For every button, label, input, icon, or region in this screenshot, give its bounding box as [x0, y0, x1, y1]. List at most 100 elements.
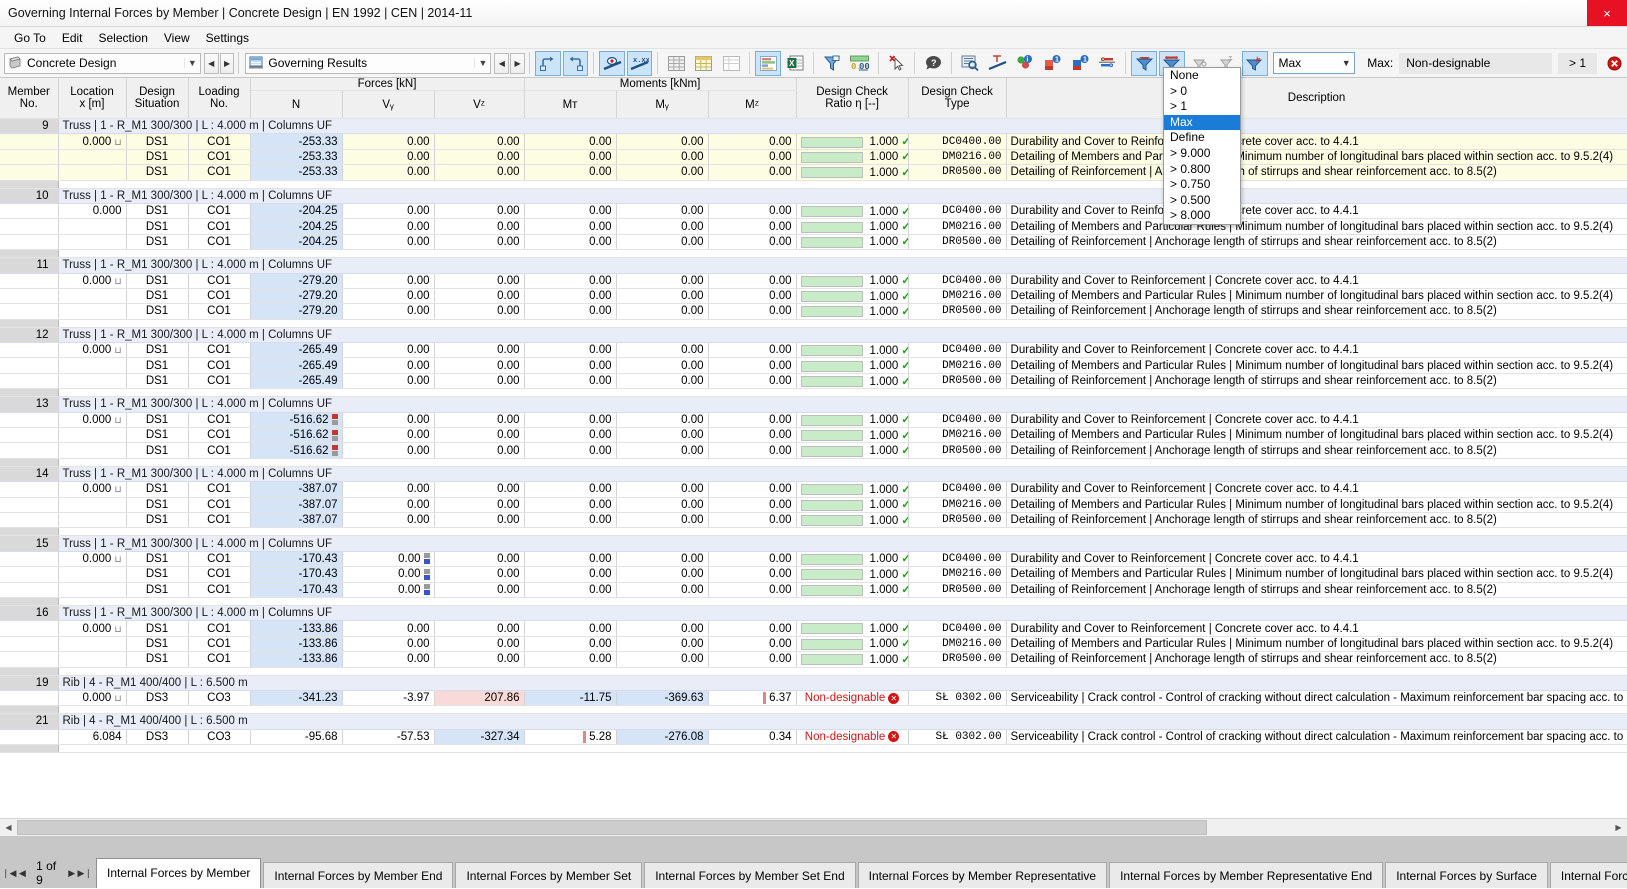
cell-description[interactable]: Detailing of Members and Particular Rule…	[1006, 497, 1627, 513]
tab-6[interactable]: Internal Forces by Surface	[1385, 862, 1548, 888]
cell-loading-no[interactable]: CO1	[188, 512, 251, 529]
cell-moment-mt[interactable]: 0.00	[524, 218, 617, 235]
cell-design-check-type[interactable]: DR0500.00	[908, 651, 1007, 668]
col-design-situation[interactable]: Design Situation	[126, 78, 189, 119]
cell-design-check-type[interactable]: DC0400.00	[908, 481, 1007, 498]
cell-moment-my[interactable]: 0.00	[616, 133, 709, 150]
cell-loading-no[interactable]: CO1	[188, 357, 251, 374]
cell-force-vy[interactable]: 0.00	[342, 357, 435, 374]
cell-force-vy[interactable]: 0.00	[342, 481, 435, 498]
cell-loading-no[interactable]: CO1	[188, 427, 251, 444]
cell-loading-no[interactable]: CO1	[188, 164, 251, 181]
cell-design-situation[interactable]: DS1	[126, 427, 189, 444]
cell-moment-my[interactable]: 0.00	[616, 288, 709, 305]
cell-moment-my[interactable]: 0.00	[616, 442, 709, 459]
cell-design-check-type[interactable]: DM0216.00	[908, 149, 1007, 166]
cell-design-check-type[interactable]: DC0400.00	[908, 551, 1007, 568]
cell-loading-no[interactable]: CO1	[188, 234, 251, 251]
cell-moment-mz[interactable]: 0.00	[708, 497, 797, 513]
cell-location[interactable]	[58, 149, 127, 166]
cell-force-vy[interactable]: 0.00	[342, 203, 435, 220]
cell-force-vy[interactable]: 0.00	[342, 566, 435, 583]
cell-moment-mz[interactable]: 0.00	[708, 234, 797, 251]
cell-force-vy[interactable]: 0.00	[342, 582, 435, 598]
cell-moment-mt[interactable]: 0.00	[524, 133, 617, 150]
table-row[interactable]: DS1CO1-204.250.000.000.000.000.001.000✓D…	[0, 234, 1627, 251]
clear-selection-button[interactable]	[884, 51, 910, 76]
cell-force-n[interactable]: -204.25	[250, 218, 343, 235]
cell-force-n[interactable]: -253.33	[250, 164, 343, 181]
cell-location[interactable]: 0.000 ⊔	[58, 481, 127, 498]
menu-selection[interactable]: Selection	[91, 29, 156, 47]
col-moment-mz[interactable]: Mᶻ	[708, 90, 797, 119]
cell-moment-mz[interactable]: 0.00	[708, 551, 797, 568]
cell-moment-mt[interactable]: 0.00	[524, 512, 617, 529]
cell-moment-my[interactable]: 0.00	[616, 427, 709, 444]
cell-description[interactable]: Detailing of Reinforcement | Anchorage l…	[1006, 303, 1627, 320]
cell-location[interactable]	[58, 234, 127, 251]
cell-force-n[interactable]: -204.25	[250, 234, 343, 251]
cell-design-check-ratio[interactable]: 1.000✓	[796, 288, 909, 305]
cell-moment-mt[interactable]: 0.00	[524, 442, 617, 459]
last-page-icon[interactable]: ▶❘	[78, 863, 92, 883]
cell-loading-no[interactable]: CO1	[188, 412, 251, 429]
member-group-header[interactable]: 13 Truss | 1 - R_M1 300/300 | L : 4.000 m…	[0, 396, 1627, 413]
cell-description[interactable]: Detailing of Members and Particular Rule…	[1006, 149, 1627, 166]
cell-moment-my[interactable]: 0.00	[616, 497, 709, 513]
cell-force-vy[interactable]: 0.00	[342, 342, 435, 359]
cell-moment-mz[interactable]: 0.00	[708, 442, 797, 459]
tab-2[interactable]: Internal Forces by Member Set	[455, 862, 643, 888]
cell-design-check-type[interactable]: SŁ 0302.00	[908, 729, 1007, 746]
cell-design-situation[interactable]: DS1	[126, 218, 189, 235]
cell-design-check-ratio[interactable]: 1.000✓	[796, 203, 909, 220]
cell-moment-mt[interactable]: 0.00	[524, 412, 617, 429]
cell-moment-mz[interactable]: 0.00	[708, 636, 797, 653]
cell-force-vz[interactable]: 0.00	[434, 373, 525, 390]
cell-force-vy[interactable]: 0.00	[342, 651, 435, 668]
max-filter-combobox[interactable]: Max ▼	[1272, 52, 1356, 74]
cell-design-situation[interactable]: DS1	[126, 303, 189, 320]
cell-force-vz[interactable]: -327.34	[434, 729, 525, 746]
cell-design-check-ratio[interactable]: 1.000✓	[796, 566, 909, 583]
cell-force-n[interactable]: -95.68	[250, 729, 343, 746]
cell-moment-mz[interactable]: 0.00	[708, 164, 797, 181]
col-force-n[interactable]: N	[250, 90, 343, 119]
cell-moment-my[interactable]: 0.00	[616, 149, 709, 166]
tab-4[interactable]: Internal Forces by Member Representative	[857, 862, 1108, 888]
tab-0[interactable]: Internal Forces by Member	[96, 858, 262, 888]
cell-description[interactable]: Durability and Cover to Reinforcement | …	[1006, 133, 1627, 150]
table-row[interactable]: DS1CO1-170.430.000.000.000.000.001.000✓D…	[0, 582, 1627, 598]
cell-moment-mt[interactable]: 0.00	[524, 303, 617, 320]
cell-description[interactable]: Detailing of Members and Particular Rule…	[1006, 427, 1627, 444]
cell-force-vz[interactable]: 207.86	[434, 690, 525, 707]
cell-design-situation[interactable]: DS1	[126, 497, 189, 513]
scroll-left-arrow-icon[interactable]: ◀	[0, 819, 17, 836]
cell-design-situation[interactable]: DS1	[126, 203, 189, 220]
cell-description[interactable]: Durability and Cover to Reinforcement | …	[1006, 481, 1627, 498]
cell-moment-mz[interactable]: 0.00	[708, 373, 797, 390]
cell-moment-mz[interactable]: 0.00	[708, 481, 797, 498]
cell-moment-my[interactable]: 0.00	[616, 551, 709, 568]
cell-design-check-type[interactable]: DM0216.00	[908, 636, 1007, 653]
cell-moment-my[interactable]: 0.00	[616, 566, 709, 583]
cell-force-n[interactable]: -170.43	[250, 566, 343, 583]
cell-force-n[interactable]: -265.49	[250, 342, 343, 359]
cell-force-vy[interactable]: 0.00	[342, 551, 435, 568]
cell-location[interactable]	[58, 582, 127, 598]
cell-moment-mt[interactable]: 0.00	[524, 373, 617, 390]
cell-location[interactable]: 0.000 ⊔	[58, 273, 127, 289]
cell-design-check-ratio[interactable]: 1.000✓	[796, 582, 909, 598]
table-row[interactable]: DS1CO1-387.070.000.000.000.000.001.000✓D…	[0, 512, 1627, 529]
cell-force-vz[interactable]: 0.00	[434, 427, 525, 444]
cell-description[interactable]: Detailing of Members and Particular Rule…	[1006, 357, 1627, 374]
cell-design-check-type[interactable]: DM0216.00	[908, 288, 1007, 305]
cell-design-situation[interactable]: DS1	[126, 164, 189, 181]
cell-force-n[interactable]: -516.62	[250, 412, 343, 429]
cell-moment-mt[interactable]: 0.00	[524, 288, 617, 305]
cell-moment-my[interactable]: 0.00	[616, 481, 709, 498]
cell-design-check-ratio[interactable]: 1.000✓	[796, 357, 909, 374]
cell-location[interactable]	[58, 164, 127, 181]
cell-moment-mz[interactable]: 0.00	[708, 203, 797, 220]
cell-force-vy[interactable]: -57.53	[342, 729, 435, 746]
cell-location[interactable]: 0.000 ⊔	[58, 690, 127, 707]
